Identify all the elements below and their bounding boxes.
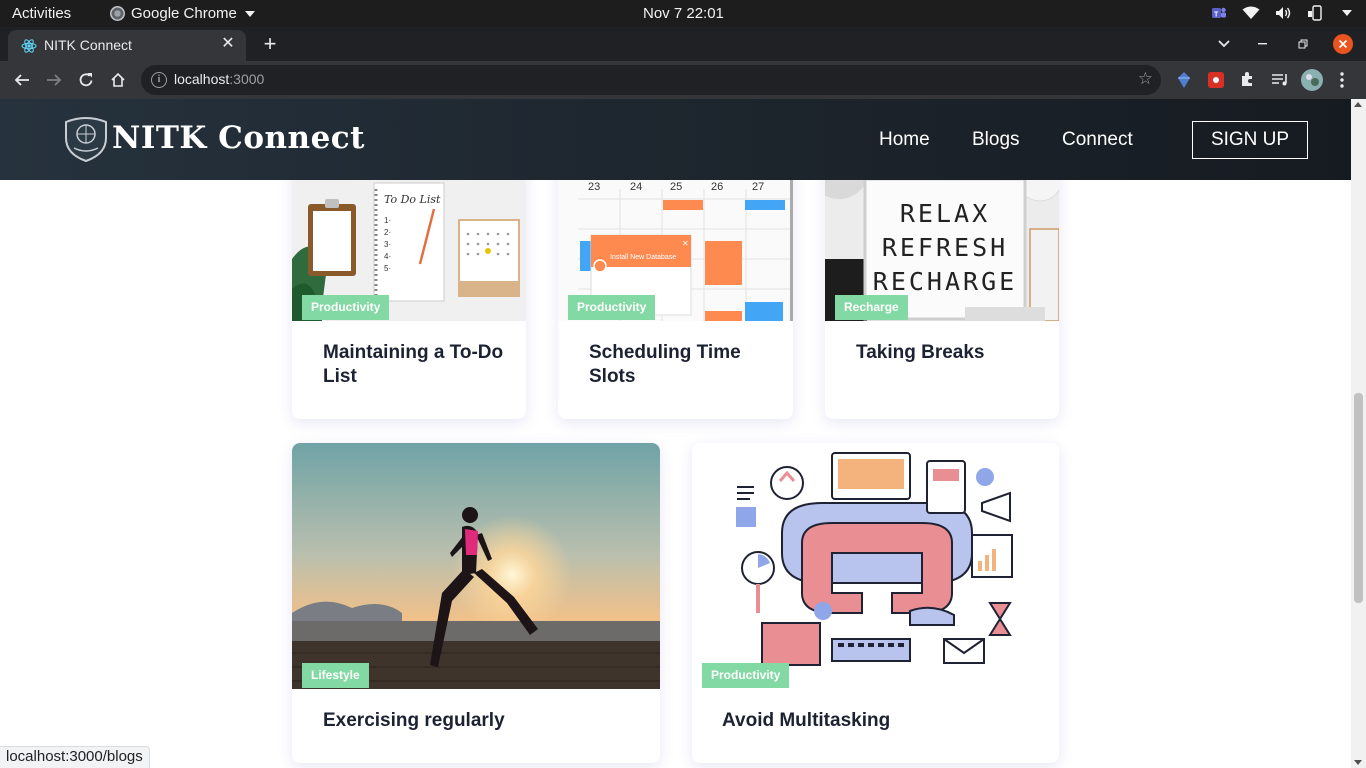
svg-text:1·: 1· xyxy=(384,216,391,225)
blog-card-title[interactable]: Scheduling Time Slots xyxy=(589,341,773,389)
app-menu[interactable]: Google Chrome xyxy=(110,5,255,22)
tab-nitk-connect[interactable]: NITK Connect ✕ xyxy=(8,30,246,61)
nav-link-blogs[interactable]: Blogs xyxy=(972,129,1020,151)
blog-card-title[interactable]: Exercising regularly xyxy=(323,709,640,733)
lightbox-text: RELAX xyxy=(900,199,990,228)
category-tag[interactable]: Productivity xyxy=(568,295,656,320)
calendar-day-label: 25 xyxy=(670,181,682,193)
bookmark-star-icon[interactable]: ☆ xyxy=(1138,69,1153,89)
blog-card-title[interactable]: Maintaining a To-Do List xyxy=(323,341,506,389)
calendar-popup-title: Install New Database xyxy=(610,254,676,261)
chrome-icon xyxy=(110,6,125,21)
clock[interactable]: Nov 7 22:01 xyxy=(643,5,724,22)
caret-down-icon xyxy=(244,10,255,17)
svg-text:5·: 5· xyxy=(384,264,391,273)
category-tag[interactable]: Recharge xyxy=(835,295,908,320)
tab-search-icon[interactable] xyxy=(1212,27,1236,61)
volume-icon[interactable] xyxy=(1274,4,1292,22)
back-icon[interactable] xyxy=(10,68,34,92)
site-info-icon[interactable]: i xyxy=(151,72,167,88)
brand-name: NITK Connect xyxy=(112,120,365,156)
scroll-up-arrow-icon[interactable] xyxy=(1354,102,1362,107)
category-tag[interactable]: Productivity xyxy=(302,295,390,320)
chrome-menu-icon[interactable] xyxy=(1338,70,1346,90)
minimize-icon[interactable] xyxy=(1252,27,1274,61)
new-tab-button[interactable]: + xyxy=(258,32,282,56)
app-menu-label: Google Chrome xyxy=(131,5,237,22)
web-page: To Do List 1· 2· 3· 4· 5· Productivity M… xyxy=(0,99,1366,768)
calendar-day-label: 26 xyxy=(711,181,723,193)
svg-text:To Do List: To Do List xyxy=(384,193,441,206)
extensions-puzzle-icon[interactable] xyxy=(1238,70,1258,90)
blog-card[interactable]: To Do List 1· 2· 3· 4· 5· Productivity M… xyxy=(292,139,526,419)
forward-icon[interactable] xyxy=(42,68,66,92)
tab-close-icon[interactable]: ✕ xyxy=(218,34,238,54)
tab-title: NITK Connect xyxy=(44,37,132,53)
nav-link-home[interactable]: Home xyxy=(879,129,930,151)
scroll-down-arrow-icon[interactable] xyxy=(1354,760,1362,765)
blog-card[interactable]: Lifestyle Exercising regularly xyxy=(292,443,660,763)
runner-image xyxy=(292,443,660,689)
svg-text:✕: ✕ xyxy=(682,239,689,248)
close-window-icon[interactable] xyxy=(1332,27,1354,61)
home-icon[interactable] xyxy=(106,68,130,92)
brand-link[interactable]: NITK Connect xyxy=(62,114,365,162)
activities-button[interactable]: Activities xyxy=(12,5,71,22)
page-scrollbar[interactable] xyxy=(1351,99,1366,768)
blog-card-title[interactable]: Taking Breaks xyxy=(856,341,1039,365)
power-menu-caret-icon[interactable] xyxy=(1338,4,1356,22)
media-queue-icon[interactable] xyxy=(1270,70,1290,90)
profile-avatar-icon[interactable] xyxy=(1300,68,1324,92)
react-favicon-icon xyxy=(21,39,37,53)
calendar-day-label: 24 xyxy=(630,181,642,193)
svg-text:4·: 4· xyxy=(384,252,391,261)
phone-battery-icon[interactable] xyxy=(1306,4,1324,22)
sign-up-button[interactable]: SIGN UP xyxy=(1192,121,1308,159)
tab-strip: NITK Connect ✕ + xyxy=(0,27,1366,61)
site-navbar: NITK Connect Home Blogs Connect SIGN UP xyxy=(0,99,1351,180)
extension-red-icon[interactable] xyxy=(1206,70,1226,90)
calendar-day-label: 23 xyxy=(588,181,600,193)
category-tag[interactable]: Lifestyle xyxy=(302,663,369,688)
svg-text:3·: 3· xyxy=(384,240,391,249)
wifi-icon[interactable] xyxy=(1242,4,1260,22)
blog-card[interactable]: Productivity Avoid Multitasking xyxy=(692,443,1059,763)
url-port: :3000 xyxy=(229,71,265,87)
blog-card-title[interactable]: Avoid Multitasking xyxy=(722,709,1039,733)
scrollbar-thumb[interactable] xyxy=(1354,393,1363,603)
extension-diamond-icon[interactable] xyxy=(1174,70,1194,90)
lightbox-text: RECHARGE xyxy=(873,267,1017,296)
category-tag[interactable]: Productivity xyxy=(702,663,790,688)
calendar-day-label: 27 xyxy=(752,181,764,193)
blog-card[interactable]: RELAX REFRESH RECHARGE Recharge Taking B… xyxy=(825,139,1059,419)
multitasking-illustration xyxy=(692,443,1059,689)
browser-toolbar: i localhost:3000 ☆ xyxy=(0,61,1366,99)
nav-link-connect[interactable]: Connect xyxy=(1062,129,1133,151)
address-url[interactable]: localhost:3000 xyxy=(174,71,264,87)
teams-icon[interactable]: T xyxy=(1210,4,1228,22)
url-host: localhost xyxy=(174,71,230,87)
nitk-crest-logo xyxy=(65,117,107,162)
blog-card[interactable]: 23 24 25 26 27 Install New Database ✕ Pr… xyxy=(558,139,793,419)
address-bar[interactable]: i localhost:3000 ☆ xyxy=(141,65,1161,95)
restore-icon[interactable] xyxy=(1292,27,1314,61)
system-top-bar: Activities Google Chrome Nov 7 22:01 T xyxy=(0,0,1366,27)
system-tray[interactable]: T xyxy=(1210,4,1356,22)
lightbox-text: REFRESH xyxy=(882,233,1008,262)
link-status-bubble: localhost:3000/blogs xyxy=(0,746,150,768)
svg-text:T: T xyxy=(1214,12,1219,19)
svg-text:2·: 2· xyxy=(384,228,391,237)
reload-icon[interactable] xyxy=(74,68,98,92)
